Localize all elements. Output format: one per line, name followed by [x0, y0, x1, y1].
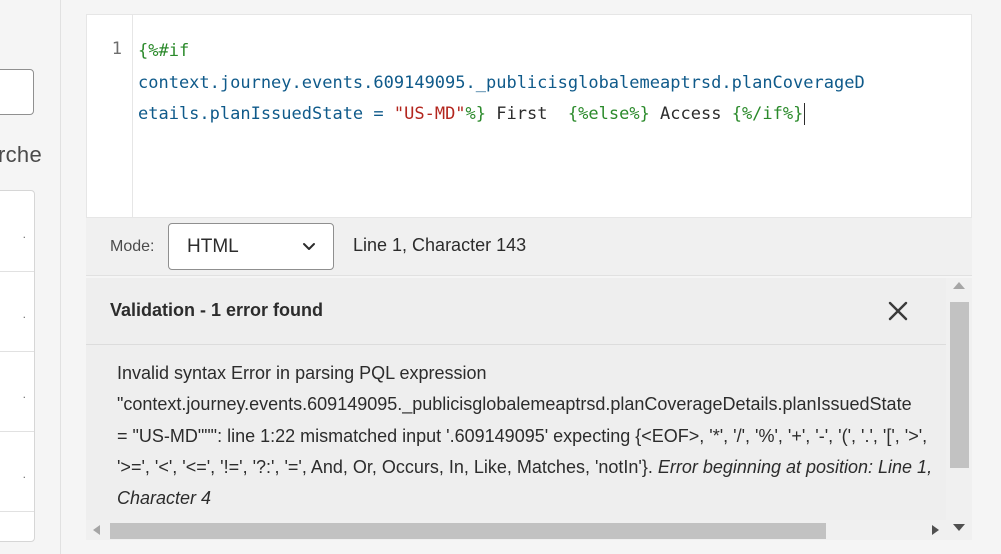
code-string: "US-MD" — [393, 104, 466, 124]
error-line: "context.journey.events.609149095._publi… — [117, 394, 912, 415]
left-section-label: rche — [0, 142, 42, 167]
validation-title: Validation - 1 error found — [110, 300, 324, 320]
error-text: '>=', '<', '<=', '!=', '?:', '=', And, O… — [117, 456, 653, 477]
cursor-position: Line 1, Character 143 — [353, 235, 527, 255]
horizontal-scrollbar[interactable] — [86, 520, 946, 540]
left-search-input[interactable] — [0, 69, 34, 115]
template-tag: {%else%} — [567, 104, 650, 124]
code-text: First — [486, 104, 568, 124]
vertical-scrollbar[interactable] — [946, 278, 972, 540]
error-line: Invalid syntax Error in parsing PQL expr… — [117, 363, 487, 383]
text-caret — [804, 103, 806, 125]
scroll-left-icon[interactable] — [93, 525, 100, 535]
scrollbar-thumb[interactable] — [950, 302, 969, 468]
code-editor[interactable]: 1 {%#if context.journey.events.609149095… — [86, 14, 972, 218]
scrollbar-thumb[interactable] — [110, 523, 826, 539]
panel-divider — [60, 0, 61, 554]
code-line: etails.planIssuedState = "US-MD"%} First… — [138, 99, 968, 131]
code-line: {%#if — [138, 36, 968, 68]
list-item-label: . — [22, 467, 26, 481]
list-item[interactable]: . — [0, 271, 34, 352]
list-item[interactable]: . — [0, 431, 34, 512]
scroll-down-icon[interactable] — [953, 524, 965, 531]
error-line: = "US-MD""": line 1:22 mismatched input … — [117, 425, 928, 446]
validation-header: Validation - 1 error found — [86, 278, 946, 345]
list-item[interactable]: . — [0, 191, 34, 272]
template-tag: %} — [465, 104, 487, 124]
error-position: Character 4 — [117, 488, 212, 509]
code-line: context.journey.events.609149095._public… — [138, 68, 968, 100]
left-list: . . . . — [0, 190, 35, 542]
error-line: Character 4 — [117, 483, 946, 514]
error-position: Error beginning at position: Line 1, — [652, 456, 933, 477]
mode-label: Mode: — [110, 238, 155, 255]
list-item-label: . — [22, 227, 26, 241]
code-text: Access — [649, 104, 732, 124]
list-item-label: . — [22, 307, 26, 321]
chevron-down-icon — [303, 243, 315, 250]
template-tag: {%#if — [138, 41, 190, 61]
line-number: 1 — [111, 39, 122, 59]
scroll-right-icon[interactable] — [932, 525, 939, 535]
mode-select[interactable]: HTML — [168, 223, 334, 270]
mode-select-value: HTML — [187, 236, 239, 257]
validation-panel: Validation - 1 error found Invalid synta… — [86, 278, 946, 520]
close-icon[interactable] — [886, 299, 910, 323]
scroll-up-icon[interactable] — [953, 282, 965, 289]
mode-bar: Mode: HTML Line 1, Character 143 — [86, 218, 972, 276]
left-panel: rche . . . . — [0, 0, 60, 554]
code-path: context.journey.events.609149095._public… — [138, 72, 865, 93]
code-path: etails.planIssuedState — [138, 104, 364, 124]
validation-message: Invalid syntax Error in parsing PQL expr… — [117, 358, 946, 514]
code-content[interactable]: {%#if context.journey.events.609149095._… — [138, 36, 968, 131]
list-item-label: . — [22, 387, 26, 401]
code-operator: = — [363, 104, 394, 124]
line-gutter: 1 — [87, 15, 133, 217]
template-tag: {%/if%} — [731, 104, 804, 124]
list-item[interactable]: . — [0, 351, 34, 432]
error-line: '>=', '<', '<=', '!=', '?:', '=', And, O… — [117, 452, 946, 483]
